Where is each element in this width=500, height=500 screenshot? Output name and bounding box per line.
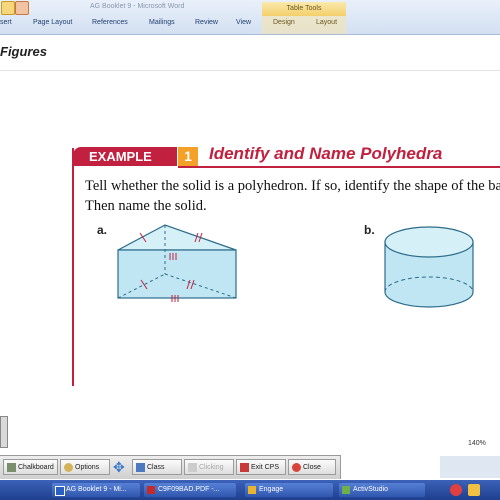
ribbon: AG Booklet 9 - Microsoft Word Table Tool… [0,0,500,35]
clicking-icon [188,463,197,472]
save-icon[interactable] [1,1,15,15]
quick-access-toolbar [0,0,30,15]
example-number: 1 [178,147,198,166]
class-icon [136,463,145,472]
tab-review[interactable]: Review [195,19,218,26]
clicking-button[interactable]: Clicking [184,459,234,475]
activstudio-icon [342,486,350,494]
tab-references[interactable]: References [92,19,128,26]
taskbar-item-activstudio[interactable]: ActivStudio [339,483,425,497]
tray-icon-2[interactable] [468,484,480,496]
undo-icon[interactable] [15,1,29,15]
close-button[interactable]: Close [288,459,336,475]
example-title: Identify and Name Polyhedra [209,144,443,163]
pdf-icon [147,486,155,494]
taskbar-item-pdf[interactable]: C9F09BAD.PDF -... [144,483,236,497]
example-side-rule [72,148,74,386]
tab-design[interactable]: Design [273,19,295,26]
tab-layout[interactable]: Layout [316,19,337,26]
heading-divider [0,70,500,71]
move-icon[interactable]: ✥ [113,459,125,475]
example-instruction: Tell whether the solid is a polyhedron. … [85,178,500,214]
page-edge-marker [0,416,8,448]
close-icon [292,463,301,472]
taskbar-item-engage[interactable]: Engage [245,483,333,497]
tab-mailings[interactable]: Mailings [149,19,175,26]
part-b-label: b. [364,223,375,237]
engage-icon [248,486,256,494]
tab-view[interactable]: View [236,19,251,26]
cylinder-figure [384,226,474,308]
exit-icon [240,463,249,472]
zoom-level[interactable]: 140% [468,440,486,447]
windows-taskbar: AG Booklet 9 - Mi... C9F09BAD.PDF -... E… [0,480,500,500]
part-a-label: a. [97,223,108,237]
tab-insert[interactable]: sert [0,19,12,26]
exit-cps-button[interactable]: Exit CPS [236,459,286,475]
status-bar [440,456,500,478]
chalkboard-icon [7,463,16,472]
window-title: AG Booklet 9 - Microsoft Word [90,3,185,10]
taskbar-item-word[interactable]: AG Booklet 9 - Mi... [52,483,140,497]
class-button[interactable]: Class [132,459,182,475]
triangular-prism-figure [117,224,237,302]
tab-page-layout[interactable]: Page Layout [33,19,72,26]
section-heading: Figures [0,44,47,59]
example-tag: EXAMPLE [73,147,177,166]
word-icon [55,486,65,496]
options-icon [64,463,73,472]
chalkboard-button[interactable]: Chalkboard [3,459,58,475]
presenter-toolbar: Chalkboard Options ✥ Class Clicking Exit… [0,455,341,479]
tray-icon[interactable] [450,484,462,496]
example-title-underline [178,166,500,168]
context-tab-group-label: Table Tools [262,2,346,16]
options-button[interactable]: Options [60,459,110,475]
